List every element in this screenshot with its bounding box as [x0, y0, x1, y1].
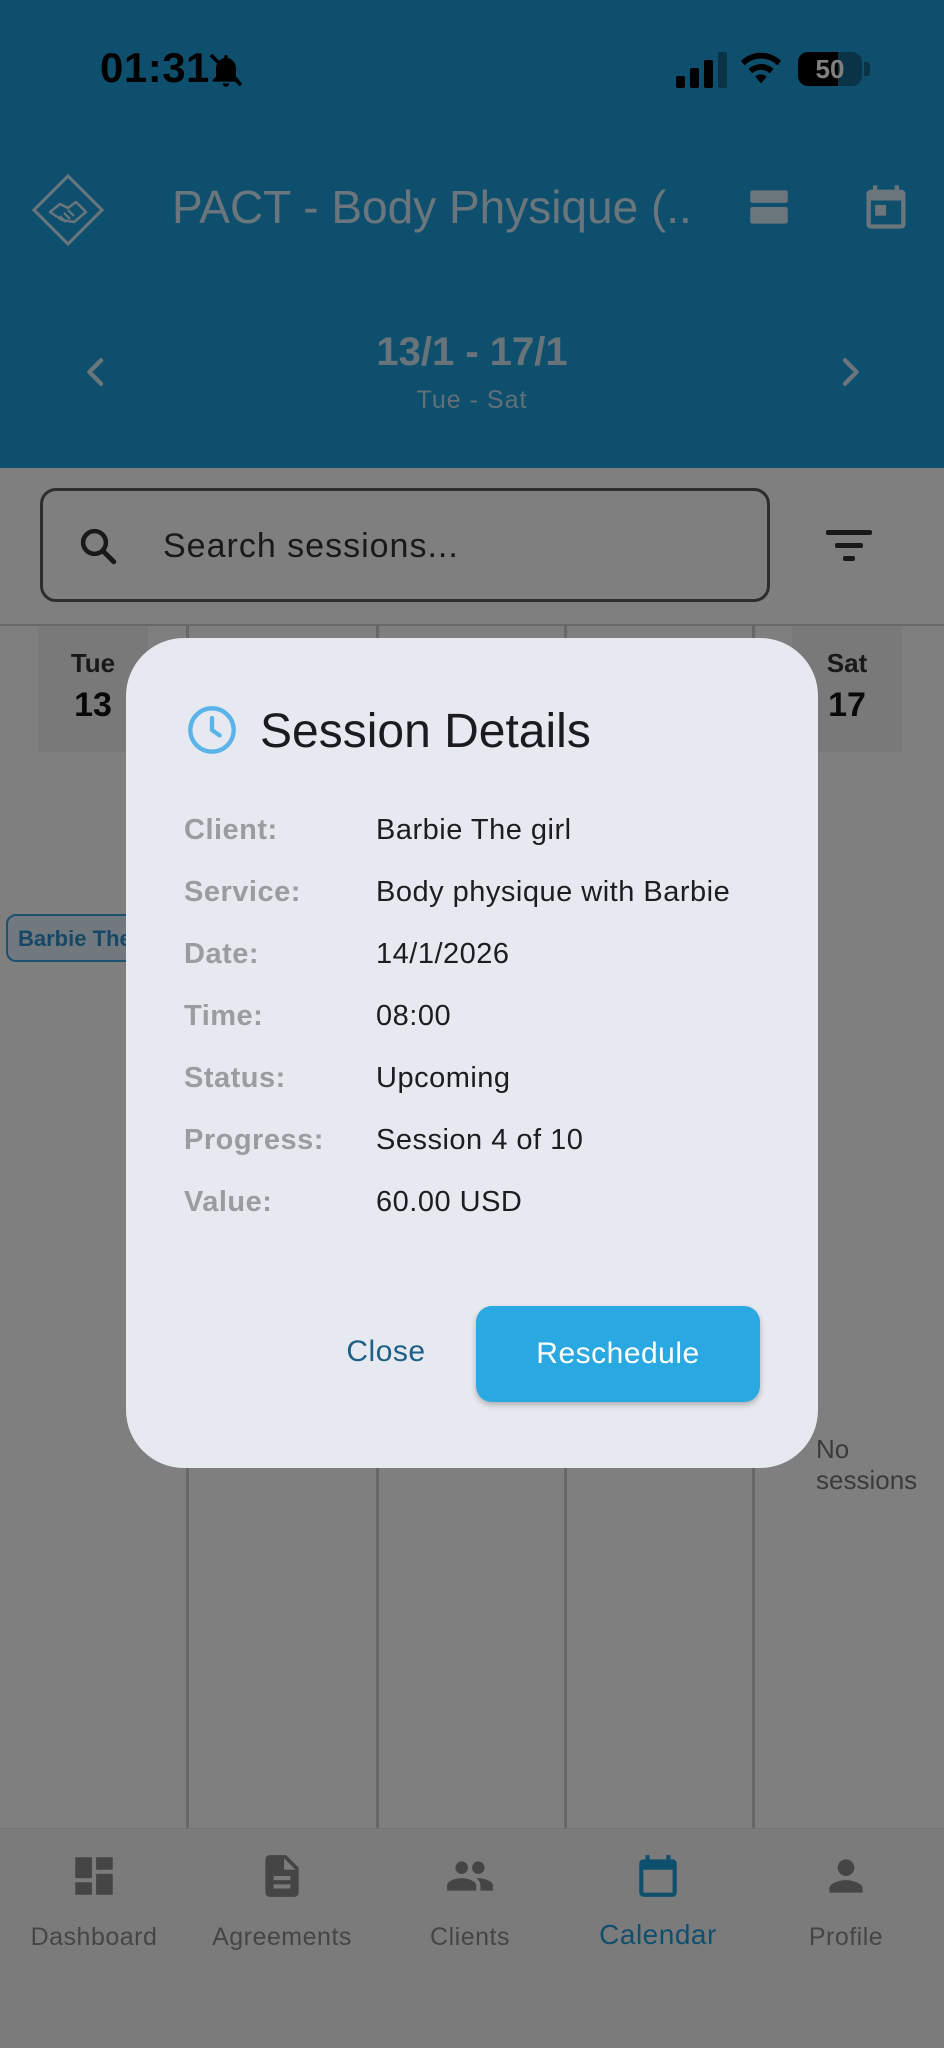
- detail-value: Body physique with Barbie: [376, 876, 731, 908]
- detail-value: 08:00: [376, 1000, 452, 1032]
- detail-label: Value:: [184, 1186, 273, 1218]
- session-details-dialog: Session Details Client: Barbie The girl …: [126, 638, 818, 1468]
- detail-label: Date:: [184, 938, 260, 970]
- detail-row-time: Time: 08:00: [184, 1000, 784, 1040]
- detail-row-progress: Progress: Session 4 of 10: [184, 1124, 784, 1164]
- detail-row-status: Status: Upcoming: [184, 1062, 784, 1102]
- dialog-title: Session Details: [260, 705, 591, 758]
- detail-row-client: Client: Barbie The girl: [184, 814, 784, 854]
- detail-value: Upcoming: [376, 1062, 511, 1094]
- detail-label: Service:: [184, 876, 301, 908]
- detail-value: 60.00 USD: [376, 1186, 523, 1218]
- detail-label: Progress:: [184, 1124, 324, 1156]
- detail-row-service: Service: Body physique with Barbie: [184, 876, 784, 916]
- detail-value: Session 4 of 10: [376, 1124, 584, 1156]
- detail-label: Status:: [184, 1062, 286, 1094]
- detail-label: Client:: [184, 814, 278, 846]
- close-button[interactable]: Close: [304, 1304, 468, 1400]
- detail-row-date: Date: 14/1/2026: [184, 938, 784, 978]
- clock-icon: [188, 706, 236, 754]
- detail-value: 14/1/2026: [376, 938, 510, 970]
- reschedule-button[interactable]: Reschedule: [476, 1306, 760, 1402]
- detail-value: Barbie The girl: [376, 814, 572, 846]
- detail-label: Time:: [184, 1000, 264, 1032]
- detail-row-value: Value: 60.00 USD: [184, 1186, 784, 1226]
